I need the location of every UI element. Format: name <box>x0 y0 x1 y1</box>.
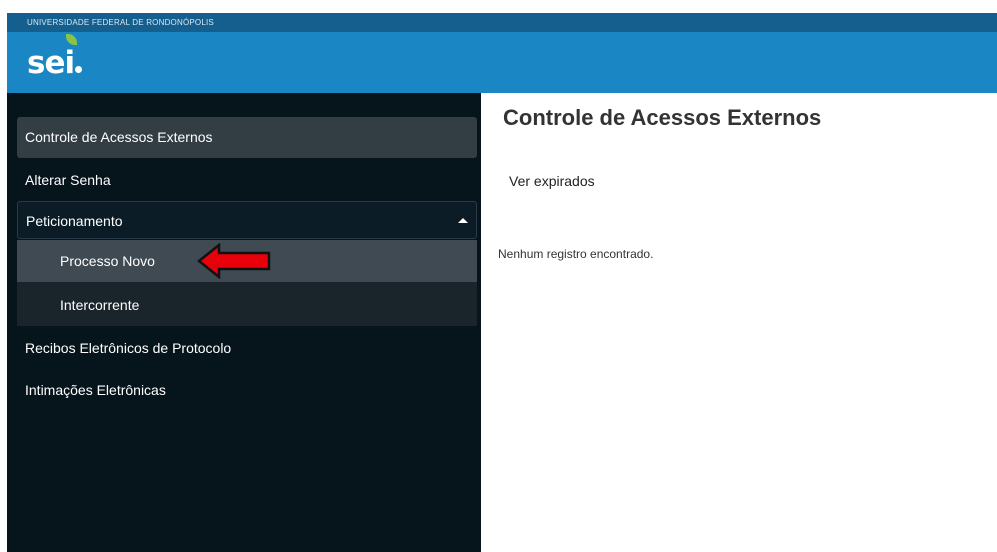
leaf-icon <box>66 34 78 45</box>
logo-leaf-i: i <box>64 34 78 83</box>
sidebar-item-recibos-eletronicos[interactable]: Recibos Eletrônicos de Protocolo <box>17 328 477 368</box>
app-header: UNIVERSIDADE FEDERAL DE RONDONÓPOLIS se i <box>7 13 997 93</box>
logo-text: se <box>27 45 65 81</box>
sidebar-item-label: Alterar Senha <box>25 172 111 188</box>
sidebar-item-controle-acessos-externos[interactable]: Controle de Acessos Externos <box>17 117 477 158</box>
page-title: Controle de Acessos Externos <box>503 105 822 130</box>
sidebar-subitem-label: Intercorrente <box>60 297 140 313</box>
sidebar-subitem-intercorrente[interactable]: Intercorrente <box>17 284 477 326</box>
ver-expirados-link[interactable]: Ver expirados <box>509 173 595 189</box>
sei-logo[interactable]: se i <box>27 34 83 83</box>
red-arrow-left-icon <box>197 243 271 279</box>
sidebar-item-alterar-senha[interactable]: Alterar Senha <box>17 160 477 200</box>
sidebar-item-label: Peticionamento <box>26 213 123 229</box>
sidebar-subitem-label: Processo Novo <box>60 253 155 269</box>
caret-up-icon[interactable] <box>458 218 468 223</box>
sidebar-item-label: Intimações Eletrônicas <box>25 382 166 398</box>
sidebar-menu: Controle de Acessos Externos Alterar Sen… <box>7 93 481 552</box>
logo-i: i <box>64 45 75 81</box>
page: UNIVERSIDADE FEDERAL DE RONDONÓPOLIS se i… <box>0 0 997 552</box>
sidebar-item-label: Recibos Eletrônicos de Protocolo <box>25 340 232 356</box>
sidebar-item-intimacoes-eletronicas[interactable]: Intimações Eletrônicas <box>17 370 477 410</box>
sidebar-item-peticionamento[interactable]: Peticionamento <box>17 201 477 239</box>
sidebar-item-label: Controle de Acessos Externos <box>25 129 213 145</box>
empty-results-message: Nenhum registro encontrado. <box>498 247 654 261</box>
org-name: UNIVERSIDADE FEDERAL DE RONDONÓPOLIS <box>7 13 997 32</box>
logo-dot-icon <box>75 66 83 73</box>
